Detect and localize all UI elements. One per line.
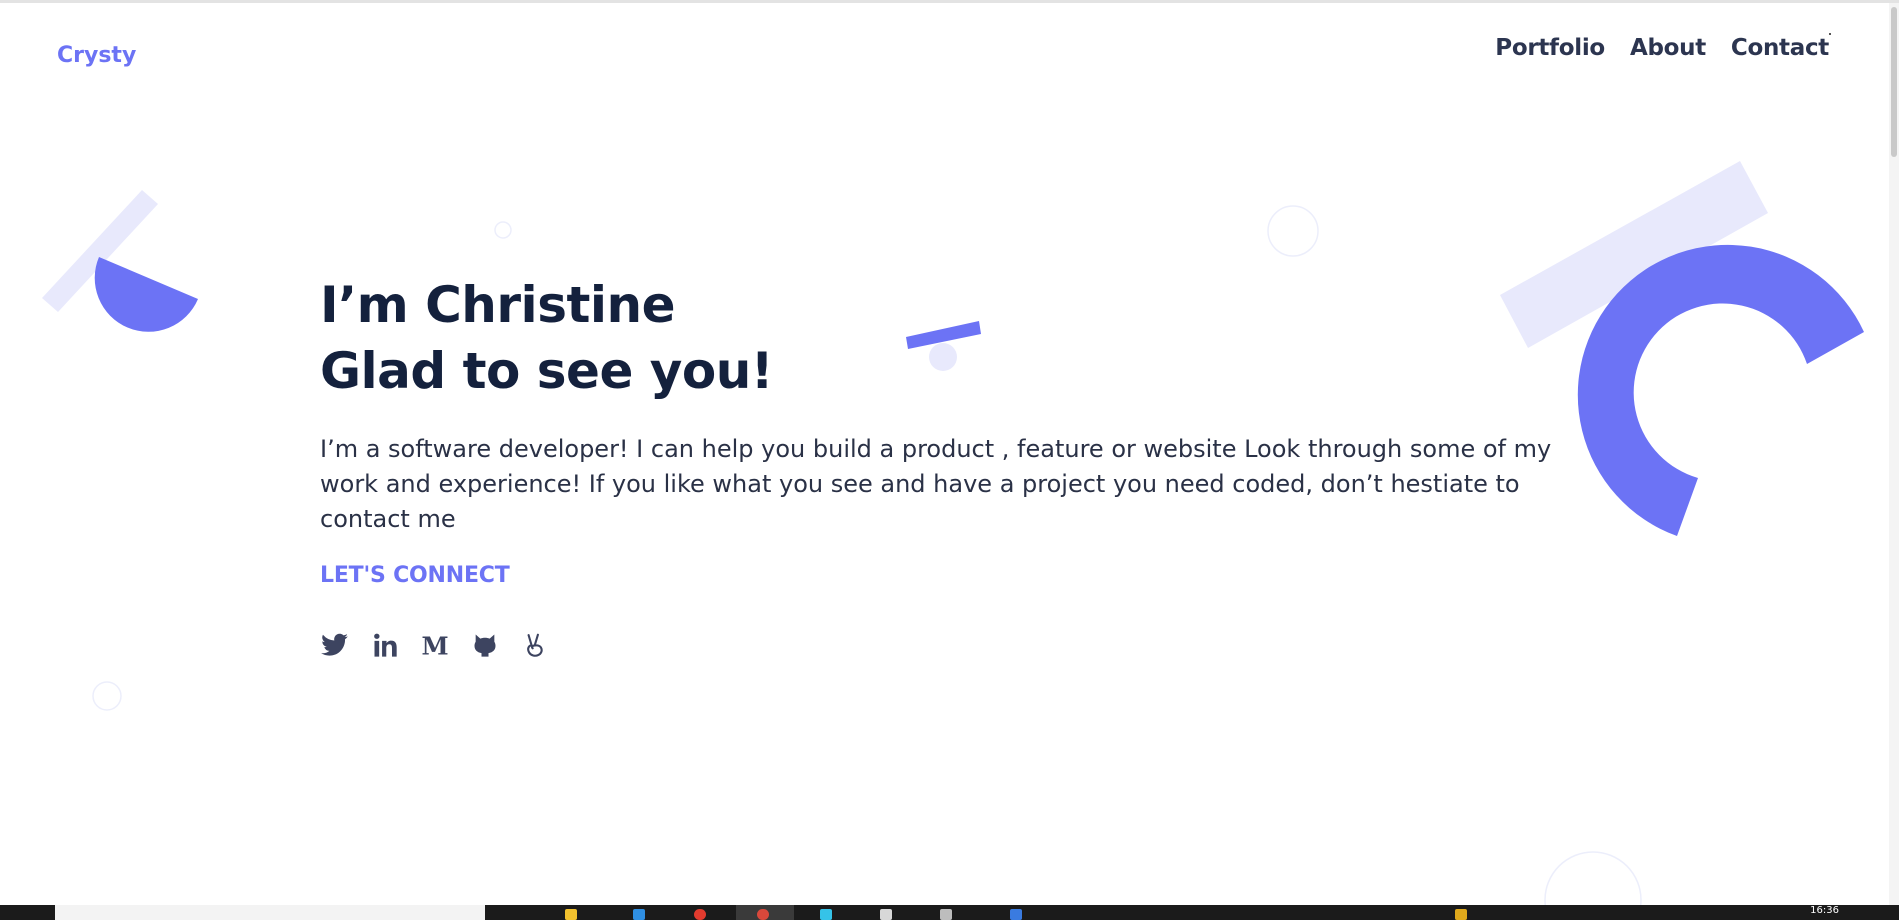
decor-outline-circle xyxy=(1267,205,1319,257)
nav-dot xyxy=(1829,33,1831,35)
taskbar-app-icon[interactable] xyxy=(633,909,645,920)
taskbar-app-icon[interactable] xyxy=(1010,909,1022,920)
nav-about[interactable]: About xyxy=(1630,35,1706,61)
taskbar-app-icon[interactable] xyxy=(940,909,952,920)
taskbar-search-box[interactable] xyxy=(55,905,485,920)
hero-heading-line1: I’m Christine xyxy=(320,276,676,334)
taskbar-active-app[interactable] xyxy=(736,905,794,920)
social-links: M xyxy=(320,630,1570,660)
os-taskbar: 16:36 xyxy=(0,905,1899,920)
github-icon[interactable] xyxy=(470,630,500,660)
logo-link[interactable]: Crysty xyxy=(57,43,136,68)
main-nav: Portfolio About Contact xyxy=(1495,35,1829,61)
nav-portfolio[interactable]: Portfolio xyxy=(1495,35,1605,61)
decor-bottom-right-circle xyxy=(1544,851,1642,908)
window-top-border xyxy=(0,0,1899,3)
hero-intro: I’m a software developer! I can help you… xyxy=(320,435,1552,533)
decor-small-circle xyxy=(494,221,512,239)
taskbar-app-icon[interactable] xyxy=(694,909,706,920)
hero-heading: I’m Christine Glad to see you! xyxy=(320,272,1570,404)
angellist-icon[interactable] xyxy=(520,630,550,660)
scrollbar-thumb[interactable] xyxy=(1891,7,1897,157)
decor-bottom-left-circle xyxy=(92,681,122,711)
taskbar-tray-icon[interactable] xyxy=(1455,909,1467,920)
taskbar-clock[interactable]: 16:36 xyxy=(1810,905,1839,916)
lets-connect-link[interactable]: LET'S CONNECT xyxy=(320,563,510,588)
hero-section: I’m Christine Glad to see you! I’m a sof… xyxy=(320,272,1570,660)
linkedin-icon[interactable] xyxy=(370,630,400,660)
hero-heading-line2: Glad to see you! xyxy=(320,342,774,400)
taskbar-app-icon[interactable] xyxy=(880,909,892,920)
medium-icon[interactable]: M xyxy=(420,630,450,660)
taskbar-chrome-icon xyxy=(757,909,769,920)
taskbar-app-icon[interactable] xyxy=(565,909,577,920)
twitter-icon[interactable] xyxy=(320,630,350,660)
page: Crysty Portfolio About Contact I’m Chris… xyxy=(0,0,1899,920)
svg-text:M: M xyxy=(421,631,448,659)
nav-contact[interactable]: Contact xyxy=(1731,35,1829,61)
decor-left-bar-semicircle xyxy=(42,190,198,332)
taskbar-app-icon[interactable] xyxy=(820,909,832,920)
page-scrollbar[interactable] xyxy=(1889,3,1899,905)
